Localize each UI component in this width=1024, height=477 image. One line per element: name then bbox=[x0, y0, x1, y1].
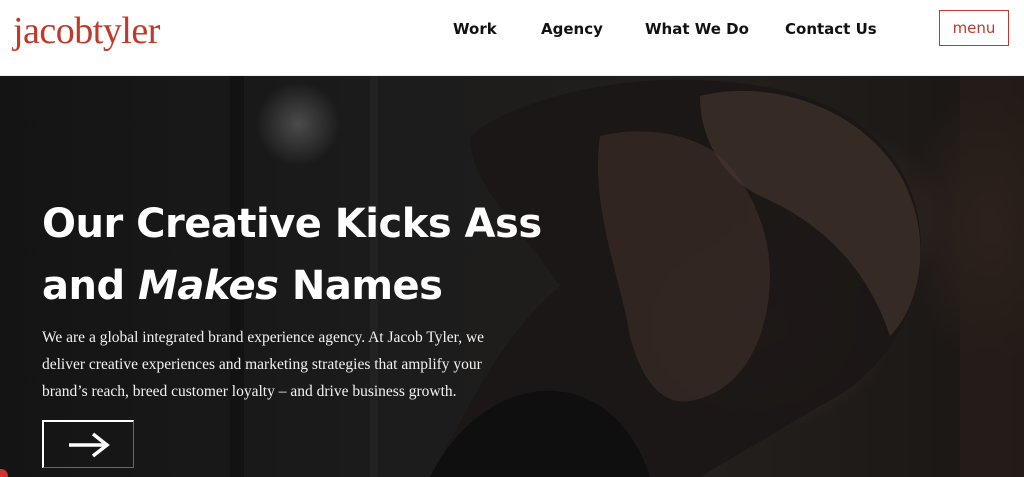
nav-what-we-do[interactable]: What We Do bbox=[645, 18, 749, 40]
hero-cta-button[interactable] bbox=[42, 420, 134, 468]
hero-section: Our Creative Kicks Ass and Makes Names W… bbox=[0, 76, 1024, 477]
nav-work[interactable]: Work bbox=[453, 18, 497, 40]
hero-headline-line1: Our Creative Kicks Ass bbox=[42, 201, 542, 247]
site-header: jacobtyler Work Agency What We Do Contac… bbox=[0, 0, 1024, 76]
hero-headline-line2-prefix: and bbox=[42, 263, 139, 309]
nav-agency[interactable]: Agency bbox=[541, 18, 603, 40]
brand-logo[interactable]: jacobtyler bbox=[13, 8, 160, 54]
menu-button[interactable]: menu bbox=[939, 10, 1009, 46]
hero-headline-line2-suffix: Names bbox=[278, 263, 443, 309]
arrow-right-icon bbox=[68, 432, 110, 457]
hero-description: We are a global integrated brand experie… bbox=[42, 329, 485, 400]
hero-headline-emphasis: Makes bbox=[138, 263, 279, 309]
nav-contact-us[interactable]: Contact Us bbox=[785, 18, 877, 40]
hero-headline: Our Creative Kicks Ass and Makes Names bbox=[42, 193, 602, 317]
